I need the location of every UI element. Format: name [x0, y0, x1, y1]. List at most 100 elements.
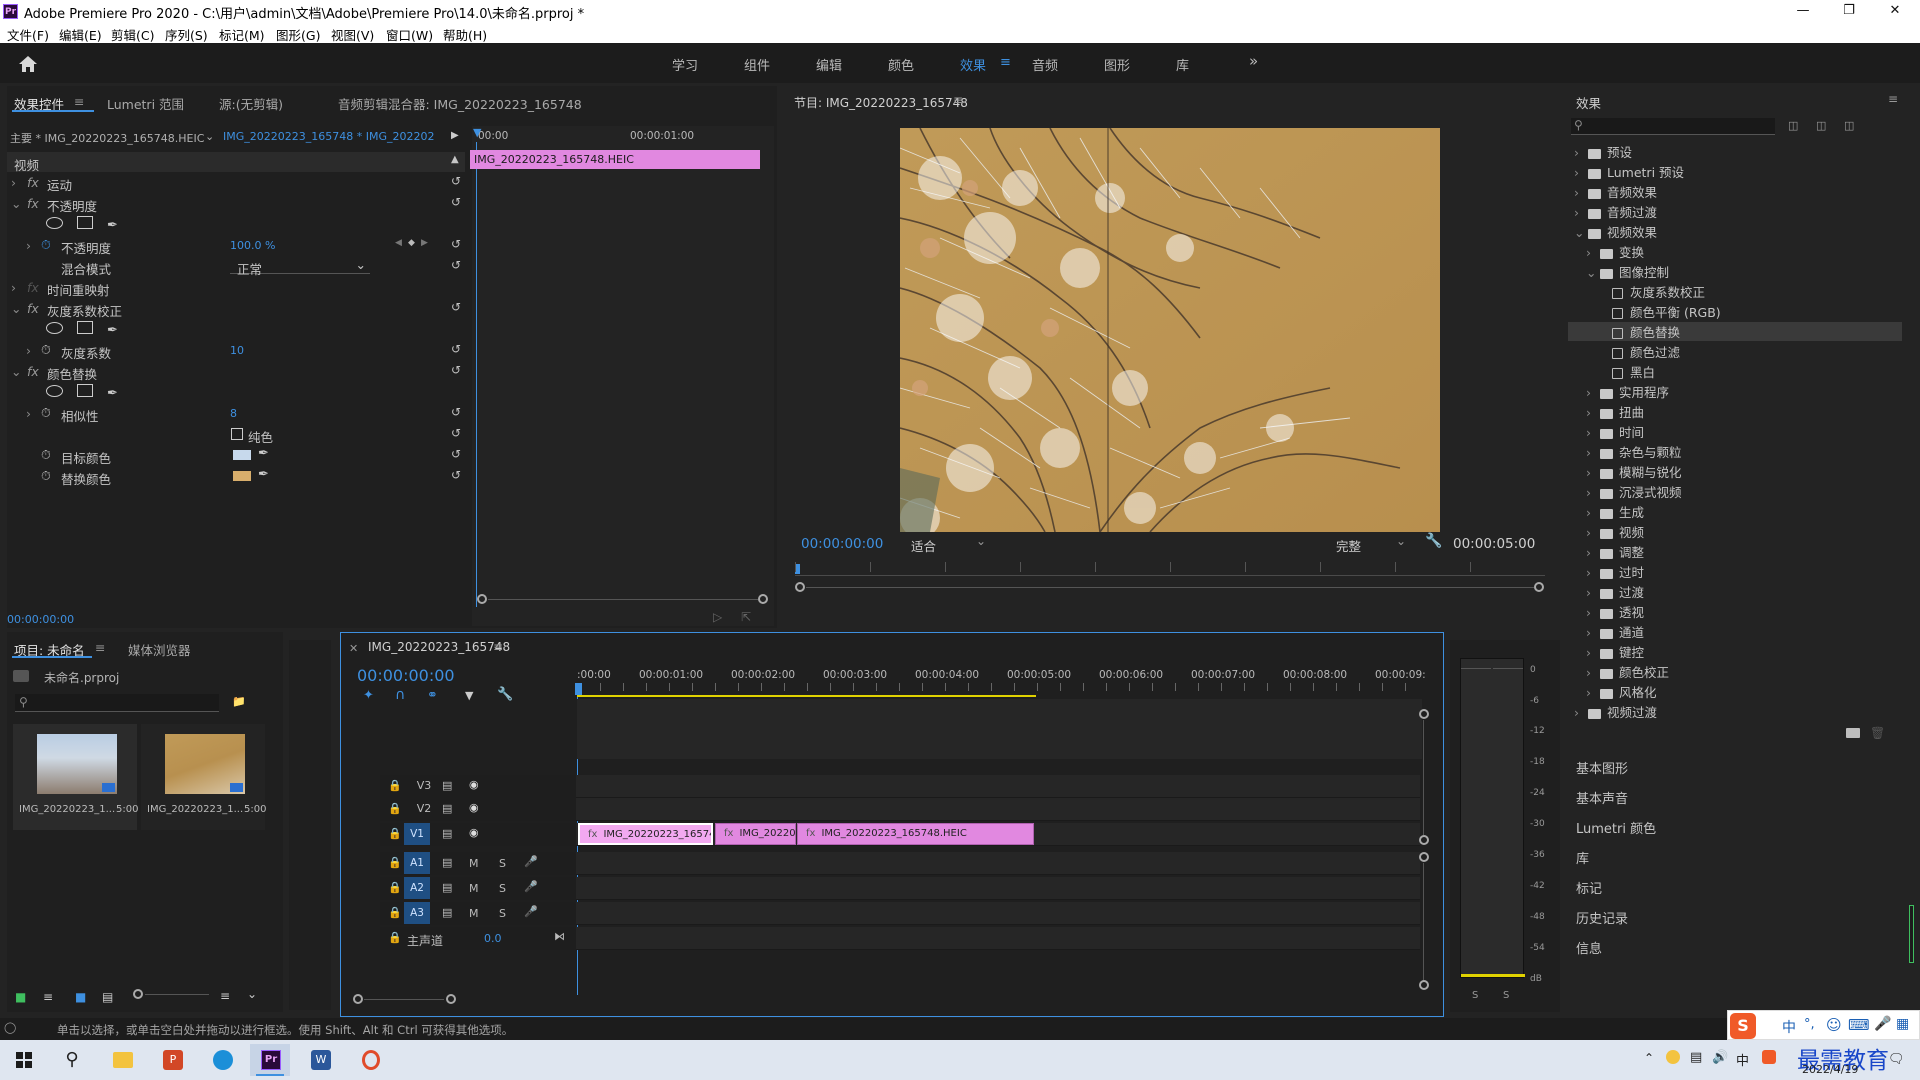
tab-source[interactable]: 源:(无剪辑) [219, 94, 283, 113]
effects-folder[interactable]: › 透视 [1568, 602, 1902, 621]
program-zoom-start-handle[interactable] [795, 582, 805, 592]
chevron-right-icon[interactable]: › [1574, 165, 1586, 180]
effects-folder[interactable]: › 实用程序 [1568, 382, 1902, 401]
lock-track-icon[interactable]: 🔒 [388, 827, 402, 840]
start-button[interactable] [4, 1044, 44, 1076]
workspace-overflow-icon[interactable]: » [1249, 52, 1258, 70]
master-clip-label[interactable]: 主要 * IMG_20220223_165748.HEIC [10, 130, 210, 148]
stopwatch-icon[interactable]: ⏱ [41, 468, 51, 484]
ime-emoji-icon[interactable]: ☺ [1826, 1016, 1842, 1034]
reset-opacity-param-icon[interactable]: ↺ [451, 237, 461, 251]
ec-zoom-scrollbar[interactable] [472, 594, 772, 604]
master-dropdown-icon[interactable]: ⌄ [205, 130, 214, 143]
timeline-ruler[interactable]: :00:00 00:00:01:00 00:00:02:00 00:00:03:… [575, 669, 1426, 699]
color-replace-effect-row[interactable]: ⌄ fx 颜色替换 ↺ [7, 361, 465, 382]
playback-quality-select[interactable]: 完整 ⌄ [1330, 534, 1410, 554]
ellipse-mask-icon[interactable] [46, 217, 63, 229]
timeline-clip[interactable]: fx IMG_20220223_165748. [578, 823, 713, 845]
effects-folder[interactable]: › 音频过渡 [1568, 202, 1902, 221]
prev-keyframe-icon[interactable]: ◀ [395, 238, 402, 248]
icon-view-icon[interactable]: ■ [75, 990, 86, 1004]
fx-badge-icon[interactable]: fx [27, 175, 39, 190]
sync-lock-icon[interactable]: ▤ [442, 906, 452, 919]
chevron-right-icon[interactable]: › [1586, 545, 1598, 560]
effect-item[interactable]: 黑白 [1568, 362, 1902, 381]
lock-track-icon[interactable]: 🔒 [388, 906, 402, 919]
timeline-zoom-start-handle[interactable] [353, 994, 363, 1004]
pen-mask-icon[interactable]: ✒ [107, 218, 118, 233]
workspace-assembly[interactable]: 组件 [744, 55, 770, 74]
toggle-output-eye-icon[interactable]: ◉ [469, 826, 479, 839]
sequence-tab[interactable]: IMG_20220223_165748 [368, 640, 510, 654]
meter-solo-right-button[interactable]: S [1503, 990, 1509, 1001]
tab-lumetri-scopes[interactable]: Lumetri 范围 [107, 94, 184, 113]
gamma-effect-row[interactable]: ⌄ fx 灰度系数校正 ↺ [7, 298, 465, 319]
effects-folder[interactable]: › 风格化 [1568, 682, 1902, 701]
effects-folder[interactable]: › 键控 [1568, 642, 1902, 661]
fx-badge-icon[interactable]: fx [27, 196, 39, 211]
work-area-bar[interactable] [577, 695, 1036, 697]
chevron-right-icon[interactable]: › [1586, 425, 1598, 440]
effect-item[interactable]: 颜色平衡 (RGB) [1568, 302, 1902, 321]
voiceover-mic-icon[interactable]: 🎤 [524, 880, 538, 893]
reset-target-color-icon[interactable]: ↺ [451, 447, 461, 461]
panel-info[interactable]: 信息 [1576, 938, 1602, 957]
tab-project-menu-icon[interactable]: ≡ [95, 640, 105, 655]
premiere-taskbar-icon[interactable]: Pr [250, 1044, 290, 1076]
effects-folder[interactable]: › 模糊与锐化 [1568, 462, 1902, 481]
gamma-value[interactable]: 10 [230, 344, 244, 357]
wrench-settings-icon[interactable]: 🔧 [1425, 533, 1442, 549]
chevron-right-icon[interactable]: › [1574, 705, 1586, 720]
pen-mask-icon[interactable]: ✒ [107, 386, 118, 401]
track-target-v1[interactable]: V1 [404, 823, 430, 845]
taskbar-search-icon[interactable]: ⚲ [52, 1044, 92, 1076]
reset-replace-color-icon[interactable]: ↺ [451, 468, 461, 482]
effect-controls-ruler[interactable]: 00:00 00:00:01:00 [472, 130, 774, 144]
close-sequence-tab-icon[interactable]: ✕ [349, 642, 358, 655]
chevron-right-icon[interactable]: › [1586, 565, 1598, 580]
opacity-value[interactable]: 100.0 % [230, 239, 275, 252]
yuv-effects-icon[interactable]: ◫ [1844, 119, 1854, 132]
ime-keyboard-icon[interactable]: ⌨ [1848, 1016, 1870, 1034]
blend-mode-select[interactable]: 正常 ⌄ [230, 257, 370, 277]
track-lane-a2[interactable] [576, 877, 1420, 900]
sogou-ime-icon[interactable]: S [1730, 1013, 1756, 1039]
ime-punctuation-mode[interactable]: °, [1804, 1017, 1815, 1032]
nest-toggle-icon[interactable]: ✦ [363, 688, 374, 703]
panel-essential-sound[interactable]: 基本声音 [1576, 788, 1628, 807]
chevron-right-icon[interactable]: › [1586, 445, 1598, 460]
chevron-right-icon[interactable]: › [1586, 465, 1598, 480]
program-monitor-menu-icon[interactable]: ≡ [953, 93, 963, 107]
time-remap-row[interactable]: › fx 时间重映射 [7, 277, 465, 298]
maximize-button[interactable]: ❐ [1826, 0, 1872, 23]
lock-track-icon[interactable]: 🔒 [388, 881, 402, 894]
effects-folder[interactable]: › 视频过渡 [1568, 702, 1902, 721]
minimize-button[interactable]: — [1780, 0, 1826, 23]
solo-track-button[interactable]: S [499, 882, 506, 895]
effects-folder[interactable]: › 沉浸式视频 [1568, 482, 1902, 501]
sync-lock-icon[interactable]: ▤ [442, 881, 452, 894]
chevron-right-icon[interactable]: › [1586, 625, 1598, 640]
effect-item[interactable]: 颜色替换 [1568, 322, 1902, 341]
workspace-editing[interactable]: 编辑 [816, 55, 842, 74]
lock-track-icon[interactable]: 🔒 [388, 856, 402, 869]
gamma-param-row[interactable]: › ⏱ 灰度系数 10 ↺ [7, 340, 465, 361]
track-target-a2[interactable]: A2 [404, 877, 430, 899]
reset-color-replace-icon[interactable]: ↺ [451, 363, 461, 377]
program-video-frame[interactable] [900, 128, 1440, 532]
solid-colors-checkbox[interactable] [231, 428, 243, 440]
sync-lock-icon[interactable]: ▤ [442, 856, 452, 869]
expand-gamma-param-chevron-icon[interactable]: › [26, 343, 31, 358]
chevron-right-icon[interactable]: › [1586, 685, 1598, 700]
show-timeline-icon[interactable]: ▶ [451, 130, 459, 141]
track-lane-a1[interactable] [576, 852, 1420, 875]
effects-panel-title[interactable]: 效果 [1576, 93, 1601, 112]
taskbar-date[interactable]: 2022/4/19 [1802, 1063, 1858, 1076]
effects-folder[interactable]: › 扭曲 [1568, 402, 1902, 421]
timeline-clip[interactable]: fx IMG_20220 [715, 823, 796, 845]
chevron-right-icon[interactable]: › [1586, 505, 1598, 520]
filter-icon[interactable]: ▷ [713, 610, 722, 624]
stopwatch-icon[interactable]: ⏱ [41, 447, 51, 463]
rectangle-mask-icon[interactable] [76, 216, 93, 229]
project-search-input[interactable]: ⚲ [15, 694, 219, 712]
